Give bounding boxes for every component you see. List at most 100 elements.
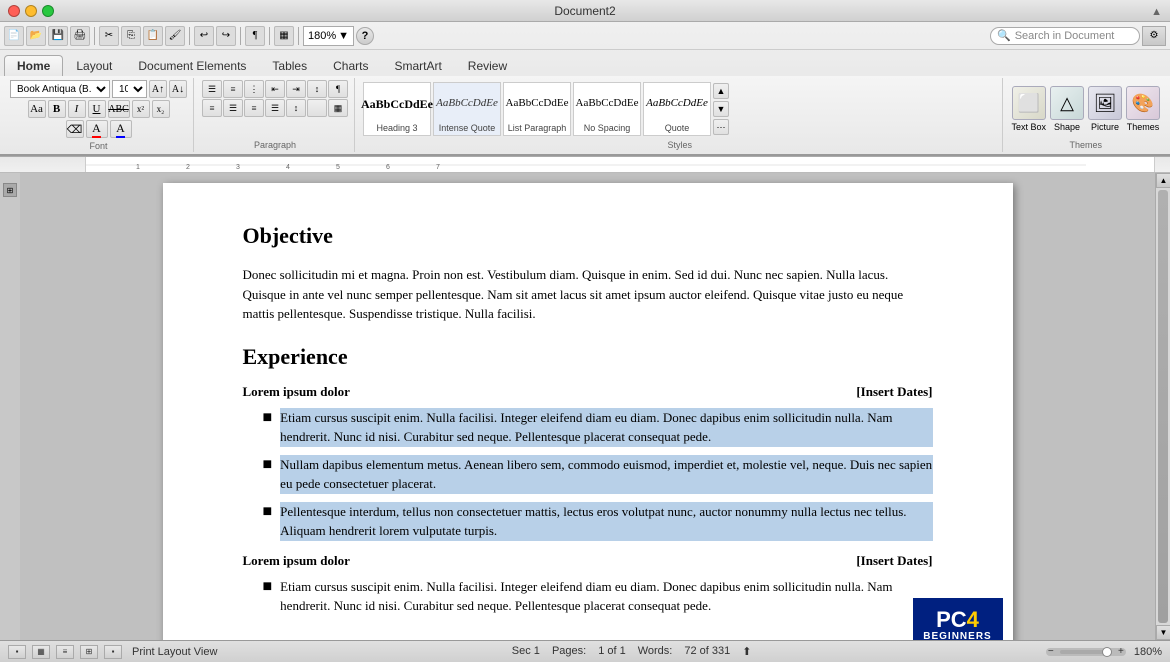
zoom-dropdown-icon[interactable]: ▼ (338, 30, 349, 42)
picture-label: Picture (1091, 122, 1119, 132)
bullet-item: ■ Pellentesque interdum, tellus non cons… (263, 502, 933, 541)
align-center-button[interactable]: ☰ (223, 99, 243, 117)
toolbar-expand-icon[interactable]: ⚙ (1142, 26, 1166, 46)
show-hide-button[interactable]: ¶ (328, 80, 348, 98)
zoom-box[interactable]: 180% ▼ (303, 26, 354, 46)
svg-text:2: 2 (186, 164, 190, 171)
styles-swatches: AaBbCcDdEe Heading 3 AaBbCcDdEe Intense … (363, 80, 996, 138)
style-heading3-preview: AaBbCcDdEe (361, 85, 433, 123)
bullets-button[interactable]: ☰ (202, 80, 222, 98)
font-size-select[interactable]: 10 (112, 80, 147, 98)
style-quote[interactable]: AaBbCcDdEe Quote (643, 82, 711, 136)
highlight-button[interactable]: A (110, 120, 132, 138)
tab-review[interactable]: Review (455, 55, 520, 76)
status-bar: ▪ ▦ ≡ ⊞ ▪ Print Layout View Sec 1 Pages:… (0, 640, 1170, 662)
multilevel-button[interactable]: ⋮ (244, 80, 264, 98)
styles-scroll-down[interactable]: ▼ (713, 101, 729, 117)
insert-textbox-btn[interactable]: ⬜ Text Box (1011, 86, 1046, 132)
styles-scroll-up[interactable]: ▲ (713, 83, 729, 99)
borders-button[interactable]: ▦ (328, 99, 348, 117)
help-button[interactable]: ? (356, 27, 374, 45)
tab-smartart[interactable]: SmartArt (381, 55, 454, 76)
insert-shape-btn[interactable]: △ Shape (1050, 86, 1084, 132)
logo-pc4: PC 4 (936, 609, 979, 631)
font-shrink-button[interactable]: A↓ (169, 80, 187, 98)
insert-themes-btn[interactable]: 🎨 Themes (1126, 86, 1160, 132)
bold-button[interactable]: B (48, 100, 66, 118)
print-icon[interactable]: 🖨 (70, 26, 90, 46)
close-button[interactable] (8, 5, 20, 17)
copy-icon[interactable]: ⎘ (121, 26, 141, 46)
sidebar-icon1[interactable]: ⊞ (3, 183, 17, 197)
save-icon[interactable]: 💾 (48, 26, 68, 46)
undo-icon[interactable]: ↩ (194, 26, 214, 46)
document-scroll[interactable]: Objective Donec sollicitudin mi et magna… (20, 173, 1155, 640)
tab-charts[interactable]: Charts (320, 55, 381, 76)
view-btn4[interactable]: ⊞ (80, 645, 98, 659)
numbering-button[interactable]: ≡ (223, 80, 243, 98)
align-right-button[interactable]: ≡ (244, 99, 264, 117)
justify-button[interactable]: ☰ (265, 99, 285, 117)
insert-picture-btn[interactable]: 🖼 Picture (1088, 86, 1122, 132)
status-section: Sec 1 (512, 645, 540, 658)
insert-group: ⬜ Text Box △ Shape 🖼 Picture 🎨 Themes Th… (1005, 78, 1166, 152)
strikethrough-button[interactable]: ABC (108, 100, 130, 118)
font-name-select[interactable]: Book Antiqua (B... (10, 80, 110, 98)
increase-indent-button[interactable]: ⇥ (286, 80, 306, 98)
zoom-plus-icon[interactable]: + (1118, 646, 1124, 657)
new-icon[interactable]: 📄 (4, 26, 24, 46)
scroll-up-button[interactable]: ▲ (1156, 173, 1170, 188)
copy-format-button[interactable]: Aa (28, 100, 46, 118)
underline-button[interactable]: U (88, 100, 106, 118)
view-btn5[interactable]: ▪ (104, 645, 122, 659)
zoom-slider[interactable]: − + (1046, 648, 1126, 656)
status-center: Sec 1 Pages: 1 of 1 Words: 72 of 331 ⬆ (227, 645, 1035, 658)
view-btn1[interactable]: ▪ (8, 645, 26, 659)
sort-button[interactable]: ↕ (307, 80, 327, 98)
format-painter-icon[interactable]: 🖌 (165, 26, 185, 46)
svg-text:7: 7 (436, 164, 440, 171)
view-btn3[interactable]: ≡ (56, 645, 74, 659)
italic-button[interactable]: I (68, 100, 86, 118)
search-box[interactable]: 🔍 Search in Document (990, 27, 1140, 45)
style-intense-quote[interactable]: AaBbCcDdEe Intense Quote (433, 82, 501, 136)
scroll-thumb[interactable] (1158, 190, 1168, 623)
tab-tables[interactable]: Tables (259, 55, 320, 76)
status-zoom-value: 180% (1134, 646, 1162, 658)
style-no-spacing[interactable]: AaBbCcDdEe No Spacing (573, 82, 641, 136)
superscript-button[interactable]: x² (132, 100, 150, 118)
shading-button[interactable] (307, 99, 327, 117)
window-controls[interactable] (8, 5, 54, 17)
tab-layout[interactable]: Layout (63, 55, 125, 76)
zoom-track (1060, 650, 1112, 654)
style-heading3[interactable]: AaBbCcDdEe Heading 3 (363, 82, 431, 136)
paste-icon[interactable]: 📋 (143, 26, 163, 46)
ribbon-content: Book Antiqua (B... 10 A↑ A↓ Aa B I U ABC… (0, 76, 1170, 156)
title-bar: Document2 ▲ (0, 0, 1170, 22)
align-left-button[interactable]: ≡ (202, 99, 222, 117)
job1-row: Lorem ipsum dolor [Insert Dates] (243, 384, 933, 400)
redo-icon[interactable]: ↪ (216, 26, 236, 46)
line-spacing-button[interactable]: ↕ (286, 99, 306, 117)
columns-icon[interactable]: ▦ (274, 26, 294, 46)
minimize-button[interactable] (25, 5, 37, 17)
font-grow-button[interactable]: A↑ (149, 80, 167, 98)
view-btn2[interactable]: ▦ (32, 645, 50, 659)
bullet-marker: ■ (263, 408, 273, 447)
status-upload-icon[interactable]: ⬆ (742, 645, 751, 658)
cut-icon[interactable]: ✂ (99, 26, 119, 46)
open-icon[interactable]: 📂 (26, 26, 46, 46)
tab-document-elements[interactable]: Document Elements (125, 55, 259, 76)
font-color-button[interactable]: A (86, 120, 108, 138)
scroll-down-button[interactable]: ▼ (1156, 625, 1170, 640)
decrease-indent-button[interactable]: ⇤ (265, 80, 285, 98)
zoom-minus-icon[interactable]: − (1048, 646, 1054, 657)
status-right: − + 180% (1046, 646, 1162, 658)
tab-home[interactable]: Home (4, 55, 63, 76)
style-list-paragraph[interactable]: AaBbCcDdEe List Paragraph (503, 82, 571, 136)
clear-format-button[interactable]: ⌫ (66, 120, 84, 138)
paragraph-mark-icon[interactable]: ¶ (245, 26, 265, 46)
styles-more[interactable]: ⋯ (713, 119, 729, 135)
maximize-button[interactable] (42, 5, 54, 17)
subscript-button[interactable]: x₂ (152, 100, 170, 118)
